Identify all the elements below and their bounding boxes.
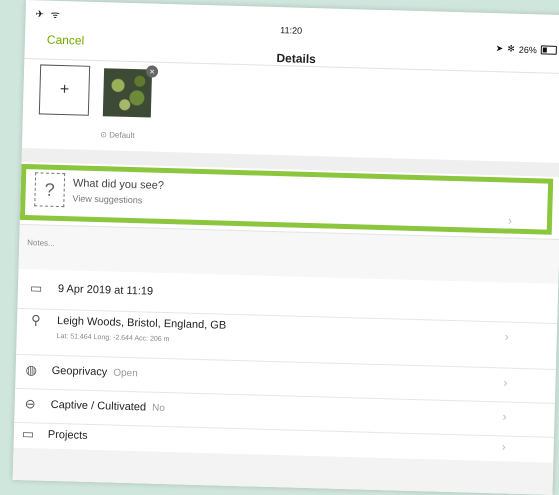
notes-input[interactable]: Notes... xyxy=(27,238,55,248)
geoprivacy-label: Geoprivacy Open xyxy=(51,365,137,379)
geoprivacy-value: Open xyxy=(113,367,138,380)
chevron-right-icon: › xyxy=(501,439,506,454)
photo-strip: + × ⊙ Default xyxy=(22,58,559,163)
add-photo-button[interactable]: + xyxy=(38,64,91,116)
captive-value: No xyxy=(151,402,165,415)
chevron-right-icon: › xyxy=(504,329,509,344)
projects-label: Projects xyxy=(47,428,88,442)
location-pin-icon: ⚲ xyxy=(30,312,41,328)
chevron-right-icon: › xyxy=(503,375,508,390)
page-title: Details xyxy=(276,51,317,67)
cancel-button[interactable]: Cancel xyxy=(47,33,85,48)
calendar-icon: ▭ xyxy=(29,280,43,296)
photo-thumbnail[interactable] xyxy=(102,68,153,118)
chevron-right-icon: › xyxy=(502,409,507,424)
app-screen: ✈ ᯤ 11:20 ➤ ✻ 26% Cancel Details + × ⊙ D… xyxy=(12,0,559,495)
remove-photo-icon[interactable]: × xyxy=(145,65,159,78)
airplane-wifi-icon: ✈ ᯤ xyxy=(35,9,63,22)
pot-icon: ⊖ xyxy=(24,396,36,412)
folder-icon: ▭ xyxy=(21,426,35,442)
geoprivacy-label-text: Geoprivacy xyxy=(51,364,108,379)
globe-icon: ◍ xyxy=(25,362,38,378)
default-photo-label[interactable]: ⊙ Default xyxy=(100,130,135,140)
